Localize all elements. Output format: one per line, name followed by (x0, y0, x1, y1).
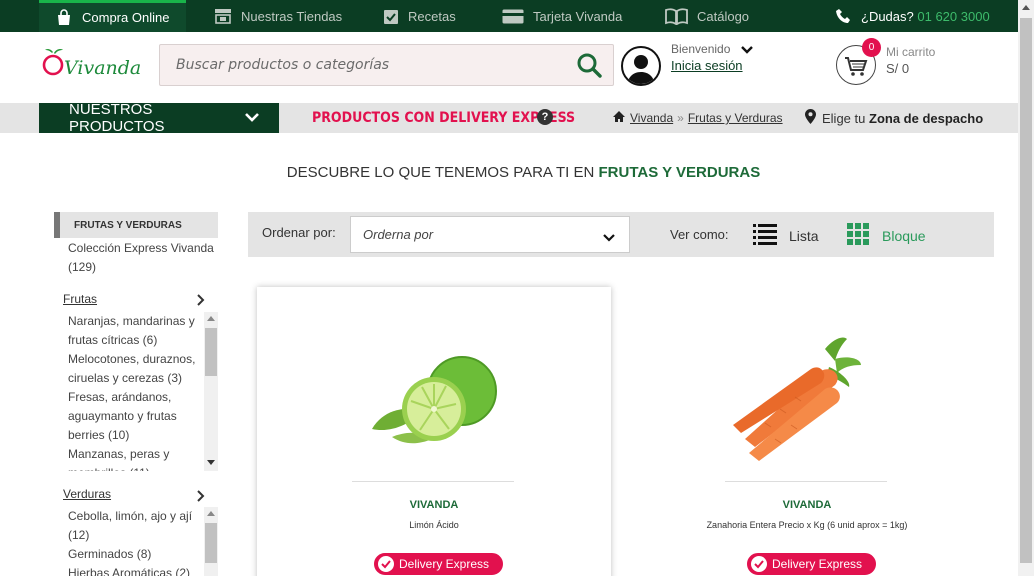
verduras-sublist: Cebolla, limón, ajo y ají (12) Germinado… (63, 507, 218, 576)
search-button[interactable] (575, 52, 603, 80)
sidebar-category-verduras[interactable]: Verduras (63, 487, 111, 501)
home-icon (612, 110, 626, 126)
help-icon[interactable]: ? (537, 109, 553, 125)
logo-fruit-icon (40, 48, 66, 81)
sidebar-subitem[interactable]: Hierbas Aromáticas (2) (63, 564, 203, 576)
verduras-scrollbar[interactable] (204, 507, 218, 576)
frutas-scrollbar[interactable] (204, 312, 218, 471)
product-card[interactable]: VIVANDA Limón Ácido Delivery Express (257, 287, 611, 576)
login-link[interactable]: Inicia sesión (671, 58, 743, 73)
sidebar-subitem[interactable]: Cebolla, limón, ajo y ají (12) (63, 507, 203, 545)
user-icon (627, 55, 655, 84)
breadcrumb: Vivanda » Frutas y Verduras (612, 110, 783, 126)
sort-label: Ordenar por: (262, 225, 336, 240)
sidebar-subitem[interactable]: Germinados (8) (63, 545, 203, 564)
topbar-nuestras-tiendas[interactable]: Nuestras Tiendas (214, 0, 342, 32)
scrollbar-thumb[interactable] (205, 523, 217, 563)
book-icon (665, 7, 688, 25)
zona-despacho[interactable]: Elige tu Zona de despacho (805, 109, 983, 127)
vivanda-logo[interactable]: Vivanda (40, 48, 141, 81)
sidebar-item-coleccion[interactable]: Colección Express Vivanda (129) (54, 239, 218, 277)
scroll-down-icon[interactable] (207, 460, 215, 465)
check-circle-icon (378, 556, 394, 572)
sidebar-title: FRUTAS Y VERDURAS (54, 212, 218, 238)
recipe-check-icon (383, 8, 399, 25)
topbar-catalogo[interactable]: Catálogo (665, 0, 749, 32)
product-name[interactable]: Limón Ácido (257, 520, 611, 530)
phone-icon (836, 8, 852, 24)
frutas-sublist: Naranjas, mandarinas y frutas cítricas (… (63, 312, 218, 471)
sidebar: FRUTAS Y VERDURAS Colección Express Viva… (54, 212, 218, 277)
sidebar-subitem[interactable]: Manzanas, peras y membrillos (11) (63, 445, 203, 471)
sort-select[interactable]: Orderna por (350, 216, 630, 253)
scroll-up-icon[interactable] (207, 316, 215, 321)
product-image-zanahoria[interactable] (725, 319, 887, 479)
topbar-compra-online[interactable]: Compra Online (39, 0, 187, 32)
chevron-right-icon[interactable] (196, 293, 206, 311)
scroll-up-icon[interactable] (207, 511, 215, 516)
scrollbar-thumb[interactable] (205, 328, 217, 376)
topbar-tarjeta-vivanda[interactable]: Tarjeta Vivanda (502, 0, 622, 32)
product-name[interactable]: Zanahoria Entera Precio x Kg (6 unid apr… (630, 520, 984, 530)
topbar-recetas[interactable]: Recetas (383, 0, 456, 32)
list-icon (753, 223, 777, 248)
breadcrumb-vivanda[interactable]: Vivanda (630, 111, 673, 125)
product-image-limon[interactable] (352, 319, 514, 479)
store-icon (214, 8, 232, 24)
sidebar-subitem[interactable]: Melocotones, duraznos, ciruelas y cereza… (63, 350, 203, 388)
cart-total: S/ 0 (886, 61, 910, 76)
delivery-express-badge: Delivery Express (374, 553, 504, 575)
card-divider (725, 481, 887, 482)
cart-label: Mi carrito (886, 45, 936, 59)
breadcrumb-frutas-verduras[interactable]: Frutas y Verduras (688, 111, 783, 125)
page-scrollbar[interactable] (1018, 0, 1034, 576)
cart-count-badge: 0 (862, 38, 881, 57)
card-icon (502, 9, 524, 24)
shopping-bag-icon (55, 8, 73, 27)
page-scrollbar-thumb[interactable] (1020, 18, 1032, 563)
search-input[interactable] (176, 45, 556, 85)
check-circle-icon (751, 556, 767, 572)
welcome-text: Bienvenido (671, 42, 731, 56)
product-card[interactable]: VIVANDA Zanahoria Entera Precio x Kg (6 … (630, 287, 984, 576)
grid-icon (847, 223, 870, 249)
scroll-up-icon[interactable] (1022, 5, 1030, 10)
sidebar-subitem[interactable]: Fresas, arándanos, aguaymanto y frutas b… (63, 388, 203, 445)
delivery-express-link[interactable]: PRODUCTOS CON DELIVERY EXPRESS (312, 110, 575, 126)
search-icon (576, 53, 602, 81)
sidebar-subitem[interactable]: Naranjas, mandarinas y frutas cítricas (… (63, 312, 203, 350)
chevron-down-icon (603, 230, 615, 245)
page-headline: DESCUBRE LO QUE TENEMOS PARA TI EN FRUTA… (286, 164, 761, 181)
search-box (159, 44, 614, 86)
view-list-button[interactable]: Lista (753, 223, 819, 248)
view-block-button[interactable]: Bloque (847, 223, 926, 249)
nuestros-productos-button[interactable]: NUESTROS PRODUCTOS (39, 101, 279, 135)
topbar-phone[interactable]: ¿Dudas? 01 620 3000 (836, 0, 990, 32)
product-brand: VIVANDA (782, 499, 832, 511)
map-pin-icon (805, 109, 816, 127)
card-divider (352, 481, 514, 482)
avatar[interactable] (621, 46, 661, 86)
product-brand: VIVANDA (409, 499, 459, 511)
sidebar-category-frutas[interactable]: Frutas (63, 292, 97, 306)
delivery-express-badge: Delivery Express (747, 553, 877, 575)
chevron-down-icon (244, 110, 260, 127)
view-label: Ver como: (670, 227, 729, 242)
chevron-right-icon[interactable] (196, 489, 206, 507)
breadcrumb-separator: » (677, 111, 684, 125)
